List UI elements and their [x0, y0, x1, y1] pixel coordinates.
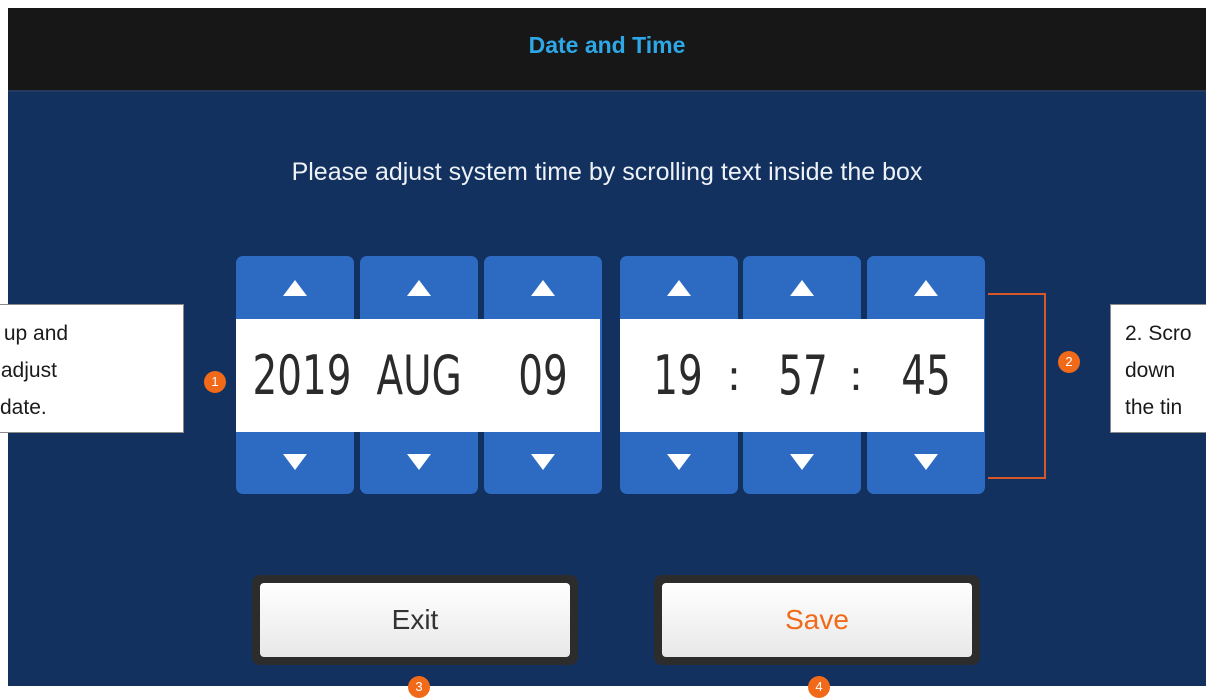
minute-value[interactable]: 57: [767, 336, 839, 416]
hour-up-button[interactable]: [620, 256, 738, 318]
triangle-up-icon: [667, 280, 691, 296]
callout-line: date.: [0, 396, 47, 419]
second-down-button[interactable]: [867, 432, 985, 494]
save-button[interactable]: Save: [662, 583, 972, 657]
exit-button-frame: Exit: [252, 575, 578, 665]
month-value[interactable]: AUG: [377, 336, 462, 416]
save-button-frame: Save: [654, 575, 980, 665]
triangle-up-icon: [790, 280, 814, 296]
second-value[interactable]: 45: [890, 336, 962, 416]
triangle-down-icon: [407, 454, 431, 470]
month-up-button[interactable]: [360, 256, 478, 318]
page-title: Date and Time: [528, 32, 686, 58]
second-up-button[interactable]: [867, 256, 985, 318]
triangle-up-icon: [914, 280, 938, 296]
title-bar: Date and Time: [8, 8, 1206, 92]
callout-line: n to adjust: [0, 359, 57, 382]
annotation-marker-3: 3: [408, 676, 430, 698]
callout-date: roll up and n to adjust date.: [0, 304, 184, 433]
callout-line: roll up and: [0, 322, 69, 345]
triangle-up-icon: [283, 280, 307, 296]
triangle-up-icon: [407, 280, 431, 296]
date-time-screen: Date and Time Please adjust system time …: [8, 8, 1206, 686]
triangle-down-icon: [914, 454, 938, 470]
triangle-up-icon: [531, 280, 555, 296]
hour-value[interactable]: 19: [642, 336, 714, 416]
triangle-down-icon: [531, 454, 555, 470]
annotation-marker-2: 2: [1058, 351, 1080, 373]
day-value[interactable]: 09: [501, 336, 586, 416]
callout-line: down: [1125, 359, 1176, 382]
time-separator: :: [848, 351, 864, 400]
day-down-button[interactable]: [484, 432, 602, 494]
day-up-button[interactable]: [484, 256, 602, 318]
year-up-button[interactable]: [236, 256, 354, 318]
callout-line: 2. Scro: [1125, 322, 1192, 345]
minute-down-button[interactable]: [743, 432, 861, 494]
callout-time: 2. Scro down the tin: [1110, 304, 1206, 433]
annotation-marker-4: 4: [808, 676, 830, 698]
triangle-down-icon: [283, 454, 307, 470]
annotation-marker-1: 1: [204, 371, 226, 393]
time-annotation-bracket: [988, 293, 1046, 479]
triangle-down-icon: [790, 454, 814, 470]
callout-line: the tin: [1125, 396, 1183, 419]
exit-button[interactable]: Exit: [260, 583, 570, 657]
minute-up-button[interactable]: [743, 256, 861, 318]
year-value[interactable]: 2019: [253, 336, 352, 416]
triangle-down-icon: [667, 454, 691, 470]
hour-down-button[interactable]: [620, 432, 738, 494]
year-down-button[interactable]: [236, 432, 354, 494]
instruction-text: Please adjust system time by scrolling t…: [291, 158, 923, 186]
month-down-button[interactable]: [360, 432, 478, 494]
time-separator: :: [726, 351, 742, 400]
